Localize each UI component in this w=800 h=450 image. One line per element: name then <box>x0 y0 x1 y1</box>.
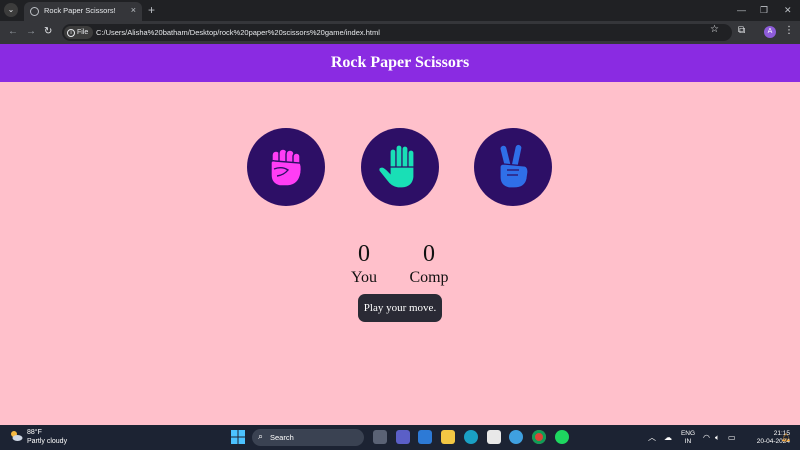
partly-cloudy-icon[interactable] <box>9 430 23 442</box>
reload-icon[interactable]: ↻ <box>44 25 52 39</box>
browser-tabstrip: ⌄ Rock Paper Scissors! × + — ❐ ✕ <box>0 0 800 21</box>
new-tab-button[interactable]: + <box>148 3 155 17</box>
store-icon[interactable] <box>487 430 501 444</box>
close-window-icon[interactable]: ✕ <box>784 3 792 17</box>
app-icon[interactable] <box>509 430 523 444</box>
chrome-icon[interactable] <box>532 430 546 444</box>
cloud-icon[interactable]: ☁ <box>664 433 672 442</box>
bookmark-star-icon[interactable]: ☆ <box>710 24 719 35</box>
fist-icon <box>270 148 303 187</box>
minimize-icon[interactable]: — <box>737 3 746 17</box>
forward-arrow-icon[interactable]: → <box>26 25 36 39</box>
comp-score-label: Comp <box>409 269 449 286</box>
user-score-box: 0 You <box>344 240 384 288</box>
spotify-icon[interactable] <box>555 430 569 444</box>
user-score: 0 <box>358 241 370 267</box>
browser-toolbar: ← → ↻ i File C:/Users/Alisha%20batham/De… <box>0 21 800 44</box>
game-page: Rock Paper Scissors 0 You 0 Comp Play yo… <box>0 44 800 425</box>
page-header: Rock Paper Scissors <box>0 44 800 82</box>
volume-icon[interactable]: 🔈︎ <box>715 433 720 442</box>
taskbar-search[interactable]: ⌕ Search <box>252 429 364 446</box>
site-info-chip[interactable]: i File <box>64 26 94 39</box>
user-score-label: You <box>351 269 377 286</box>
page-title: Rock Paper Scissors <box>330 54 470 71</box>
file-chip-label: File <box>77 29 89 36</box>
browser-tab[interactable]: Rock Paper Scissors! × <box>24 2 142 21</box>
address-bar[interactable]: i File C:/Users/Alisha%20batham/Desktop/… <box>62 24 732 41</box>
vscode-icon[interactable] <box>418 430 432 444</box>
open-hand-icon <box>378 144 415 189</box>
weather-temp[interactable]: 88°F <box>27 429 42 436</box>
kebab-menu-icon[interactable]: ⋮ <box>784 25 794 36</box>
edge-icon[interactable] <box>464 430 478 444</box>
tab-title: Rock Paper Scissors! <box>44 6 116 15</box>
battery-icon[interactable]: ▭ <box>728 433 736 442</box>
paper-choice-button[interactable] <box>361 128 439 206</box>
lang-bottom[interactable]: IN <box>680 438 696 446</box>
url-text[interactable]: C:/Users/Alisha%20batham/Desktop/rock%20… <box>96 28 380 37</box>
notification-bell-icon[interactable]: 🔔︎ <box>781 433 791 442</box>
weather-desc[interactable]: Partly cloudy <box>27 438 67 445</box>
peace-hand-icon <box>499 143 529 189</box>
file-explorer-icon[interactable] <box>441 430 455 444</box>
close-tab-icon[interactable]: × <box>131 5 136 15</box>
info-icon: i <box>67 28 75 37</box>
comp-score-box: 0 Comp <box>404 240 454 288</box>
comp-score: 0 <box>423 241 435 267</box>
windows-start-icon[interactable] <box>231 430 245 444</box>
globe-icon <box>30 7 39 16</box>
task-view-icon[interactable] <box>373 430 387 444</box>
rock-choice-button[interactable] <box>247 128 325 206</box>
tab-search-icon[interactable]: ⌄ <box>4 3 18 17</box>
taskbar-search-label: Search <box>270 433 294 442</box>
scissors-choice-button[interactable] <box>474 128 552 206</box>
extensions-puzzle-icon[interactable]: ⧉ <box>738 25 745 36</box>
profile-avatar[interactable]: A <box>764 26 776 38</box>
teams-icon[interactable] <box>396 430 410 444</box>
back-arrow-icon[interactable]: ← <box>8 25 18 39</box>
wifi-icon[interactable]: ◠ <box>703 433 710 442</box>
windows-taskbar: 88°F Partly cloudy ⌕ Search ︿ ☁ ENG IN ◠… <box>0 425 800 450</box>
search-icon: ⌕ <box>258 431 264 441</box>
chevron-up-icon[interactable]: ︿ <box>648 433 656 442</box>
restore-icon[interactable]: ❐ <box>760 3 768 17</box>
status-message: Play your move. <box>358 294 442 322</box>
lang-top[interactable]: ENG <box>680 430 696 438</box>
